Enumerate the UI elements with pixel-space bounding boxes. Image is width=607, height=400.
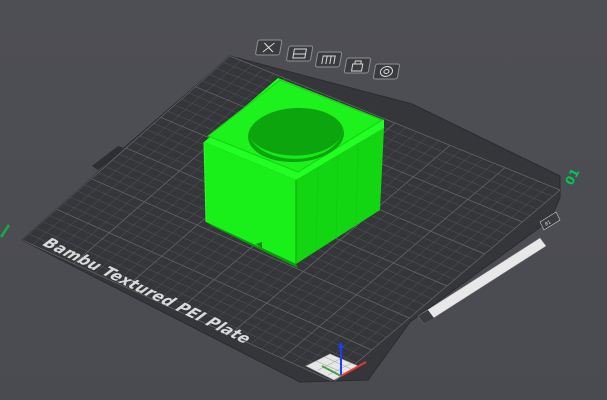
lock-icon[interactable] [343, 57, 372, 74]
settings-icon[interactable] [372, 63, 400, 80]
plate-number: 01 [562, 166, 582, 187]
delete-plate-icon[interactable] [255, 39, 283, 56]
scene[interactable]: Bambu Textured PEI Plate 01 01 [0, 0, 607, 400]
orient-icon[interactable] [315, 51, 343, 68]
edge-marker [0, 224, 10, 238]
3d-viewport[interactable]: Bambu Textured PEI Plate 01 01 [0, 0, 607, 400]
arrange-icon[interactable] [286, 45, 314, 62]
